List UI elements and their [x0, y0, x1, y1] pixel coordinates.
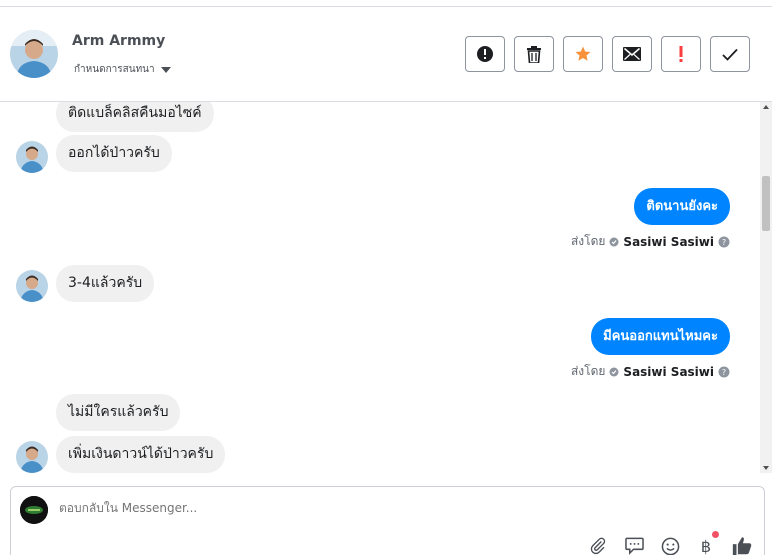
contact-avatar[interactable] — [10, 30, 58, 78]
contact-avatar-small — [16, 270, 48, 302]
like-button[interactable] — [731, 535, 753, 555]
thumbs-up-icon — [732, 537, 752, 555]
outgoing-message: ติดนานยังคะ — [634, 188, 730, 225]
help-icon[interactable]: ? — [718, 366, 730, 378]
paperclip-icon — [590, 537, 606, 555]
sent-by-label: ส่งโดย — [570, 364, 606, 378]
sender-name[interactable]: Sasiwi Sasiwi — [623, 235, 714, 249]
contact-avatar-small — [16, 141, 48, 173]
sent-by-info: ส่งโดย Sasiwi Sasiwi ? — [571, 232, 730, 251]
sender-name[interactable]: Sasiwi Sasiwi — [623, 365, 714, 379]
reply-composer: ฿ — [10, 486, 765, 555]
scroll-up-arrow-icon[interactable] — [763, 105, 769, 109]
emoji-button[interactable] — [659, 535, 681, 555]
page-badge-icon — [609, 367, 619, 376]
sent-by-label: ส่งโดย — [570, 234, 606, 248]
composer-tools: ฿ — [587, 531, 753, 555]
contact-avatar-small — [16, 441, 48, 473]
svg-text:?: ? — [722, 238, 726, 247]
reply-input[interactable] — [59, 501, 559, 515]
conversation-header: Arm Armmy กำหนดการสนทนา — [0, 7, 772, 102]
scroll-thumb[interactable] — [762, 176, 770, 231]
assign-label: กำหนดการสนทนา — [74, 64, 155, 75]
incoming-message: 3-4แล้วครับ — [56, 265, 155, 302]
message-thread: ติดแบล็คลิสคืนมอไซค์ ออกได้ป่าวครับ ติดน… — [0, 102, 772, 473]
svg-text:?: ? — [722, 368, 726, 377]
chat-bubble-icon — [624, 537, 644, 555]
incoming-message: ไม่มีใครแล้วครับ — [56, 394, 181, 431]
delete-button[interactable] — [514, 36, 554, 72]
exclamation-icon — [679, 46, 683, 62]
header-actions — [465, 36, 750, 72]
contact-name[interactable]: Arm Armmy — [72, 33, 165, 49]
star-button[interactable] — [563, 36, 603, 72]
envelope-icon — [623, 47, 641, 61]
follow-up-button[interactable] — [661, 36, 701, 72]
help-icon[interactable]: ? — [718, 236, 730, 248]
incoming-message: ออกได้ป่าวครับ — [56, 135, 172, 172]
smiley-icon — [661, 537, 679, 555]
payment-button[interactable]: ฿ — [695, 531, 719, 555]
saved-replies-button[interactable] — [623, 535, 645, 555]
page-badge-icon — [609, 237, 619, 246]
done-button[interactable] — [710, 36, 750, 72]
baht-icon: ฿ — [700, 536, 712, 555]
assign-conversation-dropdown[interactable]: กำหนดการสนทนา — [74, 62, 171, 77]
page-avatar — [20, 496, 48, 524]
star-icon — [575, 46, 591, 61]
mark-unread-button[interactable] — [612, 36, 652, 72]
incoming-message: เพิ่มเงินดาวน์ได้ป่าวครับ — [56, 436, 226, 473]
thread-scrollbar[interactable] — [760, 102, 772, 473]
attach-button[interactable] — [587, 535, 609, 555]
notification-dot — [712, 531, 719, 538]
check-icon — [722, 48, 738, 61]
alert-circle-icon — [477, 46, 493, 62]
incoming-message: ติดแบล็คลิสคืนมอไซค์ — [56, 102, 214, 132]
scroll-down-arrow-icon[interactable] — [763, 466, 769, 470]
sent-by-info: ส่งโดย Sasiwi Sasiwi ? — [571, 362, 730, 381]
trash-icon — [527, 45, 541, 63]
caret-down-icon — [160, 66, 171, 73]
spam-button[interactable] — [465, 36, 505, 72]
outgoing-message: มีคนออกแทนไหมคะ — [591, 318, 730, 355]
